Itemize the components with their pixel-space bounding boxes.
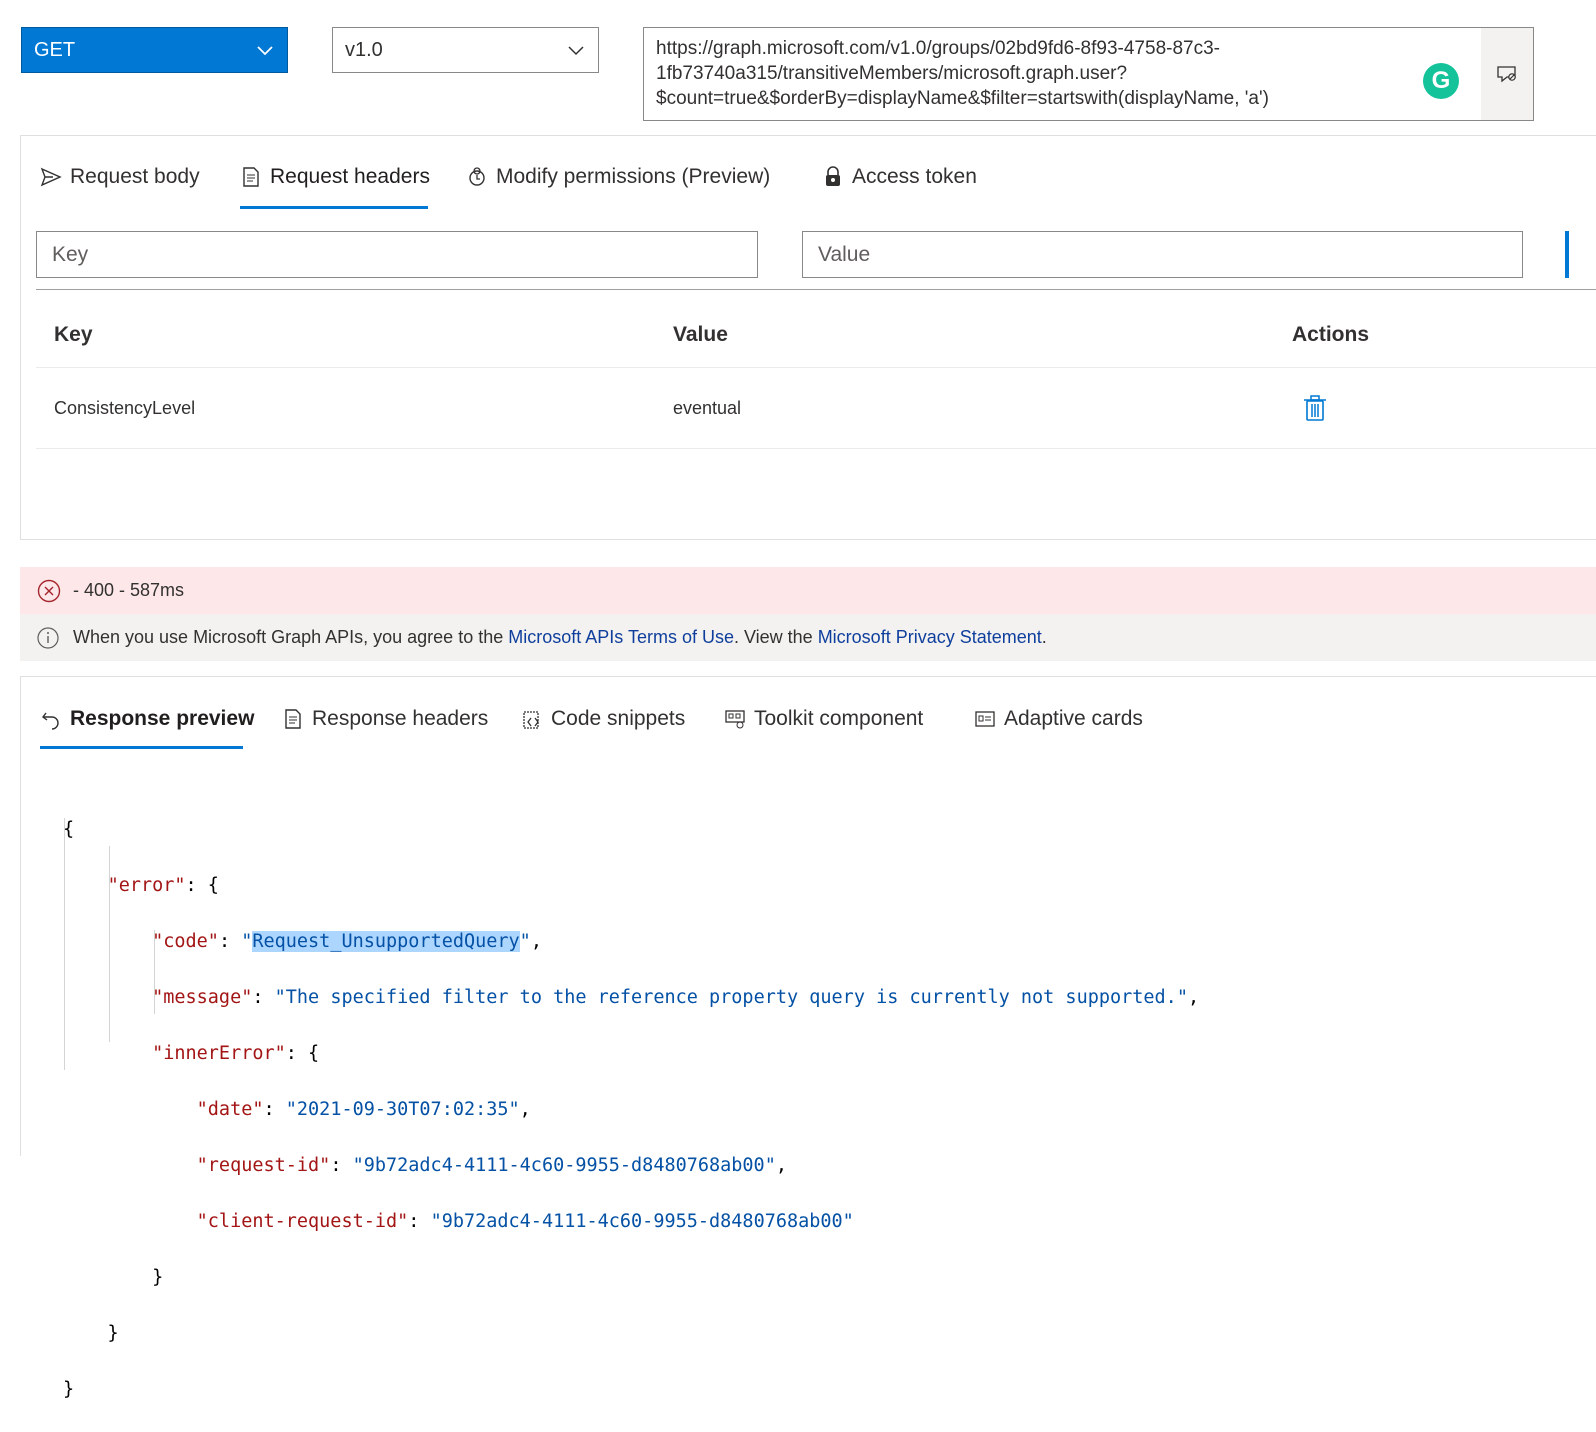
toolkit-icon — [725, 710, 745, 729]
tab-label: Code snippets — [551, 707, 686, 730]
json-line: "client-request-id": "9b72adc4-4111-4c60… — [196, 1211, 854, 1232]
json-line: } — [63, 1323, 119, 1344]
info-text: When you use Microsoft Graph APIs, you a… — [73, 627, 1047, 648]
add-header-button[interactable] — [1565, 231, 1569, 278]
divider — [36, 289, 1596, 290]
url-line: https://graph.microsoft.com/v1.0/groups/… — [656, 38, 1220, 59]
tab-access-token[interactable]: Access token — [822, 165, 977, 189]
header-key-field[interactable] — [50, 241, 757, 268]
json-line: "message": "The specified filter to the … — [152, 987, 1200, 1008]
tab-response-preview[interactable]: Response preview — [40, 707, 254, 731]
tab-label: Adaptive cards — [1004, 707, 1143, 730]
divider — [36, 448, 1596, 449]
tab-code-snippets[interactable]: Code snippets — [521, 707, 685, 731]
tab-label: Access token — [852, 165, 977, 188]
column-header-value: Value — [673, 323, 728, 346]
share-icon — [1497, 66, 1516, 83]
status-text: - 400 - 587ms — [73, 580, 185, 600]
terms-of-use-link[interactable]: Microsoft APIs Terms of Use — [508, 627, 734, 647]
info-bar: When you use Microsoft Graph APIs, you a… — [20, 614, 1596, 661]
json-line: } — [63, 1379, 75, 1400]
tab-label: Toolkit component — [754, 707, 924, 730]
info-icon — [37, 626, 59, 649]
column-header-actions: Actions — [1292, 323, 1370, 346]
chevron-down-icon — [568, 46, 584, 56]
header-row-value: eventual — [673, 398, 742, 418]
card-icon — [975, 711, 995, 727]
header-row-key: ConsistencyLevel — [54, 398, 196, 418]
api-version-label: v1.0 — [345, 38, 383, 61]
error-circle-icon — [37, 579, 61, 602]
error-status-bar: - 400 - 587ms — [20, 567, 1596, 614]
url-text[interactable]: https://graph.microsoft.com/v1.0/groups/… — [656, 36, 1406, 111]
tab-response-headers[interactable]: Response headers — [282, 707, 488, 731]
json-line: "code": "Request_UnsupportedQuery", — [152, 931, 542, 952]
json-message-value: The specified filter to the reference pr… — [285, 987, 1177, 1008]
tab-label: Request body — [70, 165, 200, 188]
json-request-id-value: 9b72adc4-4111-4c60-9955-d8480768ab00 — [363, 1155, 765, 1176]
http-method-dropdown[interactable]: GET — [21, 27, 288, 73]
response-json[interactable]: { "error": { "code": "Request_Unsupporte… — [63, 788, 1199, 1432]
info-prefix: When you use Microsoft Graph APIs, you a… — [73, 627, 509, 647]
url-line: 1fb73740a315/transitiveMembers/microsoft… — [656, 63, 1128, 84]
tab-request-headers[interactable]: Request headers — [240, 165, 430, 189]
json-date-value: 2021-09-30T07:02:35 — [296, 1099, 509, 1120]
permissions-icon — [469, 167, 485, 186]
tab-label: Response headers — [312, 707, 489, 730]
code-icon — [523, 711, 539, 729]
info-middle: . View the — [733, 627, 818, 647]
tab-toolkit-component[interactable]: Toolkit component — [724, 707, 923, 731]
tab-adaptive-cards[interactable]: Adaptive cards — [974, 707, 1143, 731]
json-line: "date": "2021-09-30T07:02:35", — [196, 1099, 531, 1120]
undo-icon — [42, 712, 59, 730]
info-suffix: . — [1041, 627, 1047, 647]
api-version-dropdown[interactable]: v1.0 — [332, 27, 599, 73]
tab-modify-permissions[interactable]: Modify permissions (Preview) — [466, 165, 770, 189]
grammarly-icon[interactable]: G — [1423, 63, 1459, 99]
tab-label: Response preview — [70, 707, 255, 730]
http-method-label: GET — [34, 38, 76, 61]
document-icon — [285, 709, 301, 729]
lock-icon — [826, 166, 840, 186]
chevron-down-icon — [257, 46, 273, 56]
divider — [36, 367, 1596, 368]
json-client-request-id-value: 9b72adc4-4111-4c60-9955-d8480768ab00 — [441, 1211, 843, 1232]
json-line: "request-id": "9b72adc4-4111-4c60-9955-d… — [196, 1155, 787, 1176]
json-line: { — [63, 819, 75, 840]
json-line: "innerError": { — [152, 1043, 320, 1064]
send-icon — [40, 167, 62, 187]
json-line: "error": { — [107, 875, 219, 896]
tab-request-body[interactable]: Request body — [40, 165, 200, 189]
selected-text: Request_UnsupportedQuery — [252, 931, 520, 952]
active-tab-indicator — [40, 746, 243, 749]
url-input[interactable]: https://graph.microsoft.com/v1.0/groups/… — [643, 27, 1534, 121]
document-icon — [243, 167, 259, 187]
header-key-input[interactable] — [36, 231, 758, 278]
privacy-statement-link[interactable]: Microsoft Privacy Statement — [818, 627, 1042, 647]
column-header-key: Key — [54, 323, 93, 346]
json-line: } — [63, 1267, 164, 1288]
trash-icon — [1304, 395, 1326, 421]
tab-label: Request headers — [270, 165, 430, 188]
delete-header-button[interactable] — [1302, 394, 1328, 422]
url-line: $count=true&$orderBy=displayName&$filter… — [656, 88, 1269, 109]
tab-label: Modify permissions (Preview) — [496, 165, 771, 188]
active-tab-indicator — [240, 206, 428, 209]
header-value-field[interactable] — [816, 241, 1522, 268]
header-value-input[interactable] — [802, 231, 1523, 278]
share-query-button[interactable] — [1481, 28, 1533, 120]
